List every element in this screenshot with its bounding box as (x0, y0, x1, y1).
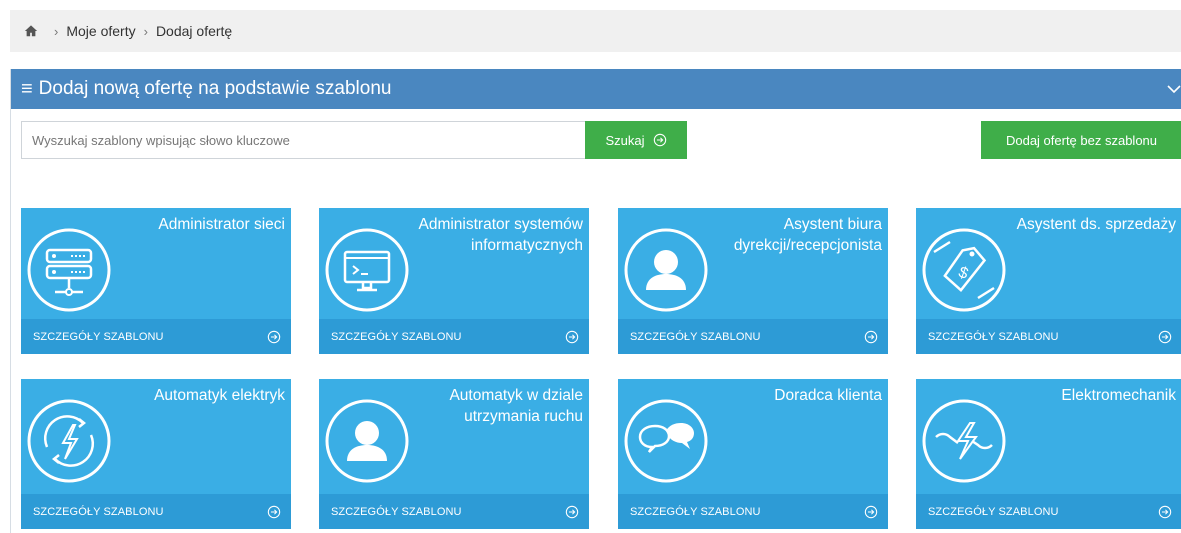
template-tile[interactable]: Administrator systemów informatycznych S… (319, 208, 589, 354)
template-title: Automatyk elektryk (154, 387, 285, 404)
template-title: Asystent ds. sprzedaży (1016, 216, 1176, 233)
panel-title: Dodaj nową ofertę na podstawie szablonu (38, 78, 392, 99)
circle-arrow-icon (1158, 505, 1172, 518)
search-input[interactable] (21, 121, 585, 159)
template-footer-label: SZCZEGÓŁY SZABLONU (928, 330, 1059, 343)
lightning-cycle-icon (27, 399, 111, 483)
circle-arrow-icon (267, 505, 281, 518)
wrench-lightning-icon (922, 399, 1006, 483)
template-footer-label: SZCZEGÓŁY SZABLONU (630, 330, 761, 343)
circle-arrow-icon (267, 330, 281, 343)
template-title: Asystent biura dyrekcji/recepcjonista (733, 216, 882, 254)
search-button-label: Szukaj (605, 132, 645, 148)
menu-icon: ≡ (21, 77, 33, 100)
template-tile[interactable]: Asystent biura dyrekcji/recepcjonista SZ… (618, 208, 888, 354)
template-footer-label: SZCZEGÓŁY SZABLONU (331, 330, 462, 343)
template-tile[interactable]: Automatyk elektryk SZCZEGÓŁY SZABLONU (21, 379, 291, 529)
circle-arrow-icon (864, 330, 878, 343)
template-tile[interactable]: Elektromechanik SZCZEGÓŁY SZABLONU (916, 379, 1181, 529)
panel-header: ≡ Dodaj nową ofertę na podstawie szablon… (11, 69, 1181, 109)
home-icon[interactable] (24, 24, 38, 38)
search-row: Szukaj Dodaj ofertę bez szablonu (21, 121, 1181, 159)
template-panel: ≡ Dodaj nową ofertę na podstawie szablon… (10, 69, 1181, 533)
breadcrumb-separator: › (143, 23, 148, 39)
template-footer-label: SZCZEGÓŁY SZABLONU (630, 505, 761, 518)
template-details-link[interactable]: SZCZEGÓŁY SZABLONU (618, 494, 888, 529)
server-icon (27, 228, 111, 312)
user-icon (624, 228, 708, 312)
template-title: Administrator systemów informatycznych (418, 216, 583, 254)
chevron-down-icon[interactable] (1167, 77, 1181, 101)
circle-arrow-icon (1158, 330, 1172, 343)
breadcrumb-separator: › (54, 23, 59, 39)
template-tile[interactable]: Administrator sieci SZCZEGÓŁY SZABLONU (21, 208, 291, 354)
template-title: Doradca klienta (774, 387, 882, 404)
template-details-link[interactable]: SZCZEGÓŁY SZABLONU (319, 319, 589, 354)
breadcrumb-link-my-offers[interactable]: Moje oferty (66, 23, 135, 39)
chat-bubbles-icon (624, 399, 708, 483)
price-tag-icon: $ (922, 228, 1006, 312)
template-tile[interactable]: Doradca klienta SZCZEGÓŁY SZABLONU (618, 379, 888, 529)
add-offer-without-template-button[interactable]: Dodaj ofertę bez szablonu (981, 121, 1181, 159)
template-footer-label: SZCZEGÓŁY SZABLONU (33, 505, 164, 518)
circle-arrow-icon (864, 505, 878, 518)
circle-arrow-icon (565, 330, 579, 343)
template-title: Automatyk w dziale utrzymania ruchu (449, 387, 583, 425)
monitor-terminal-icon (325, 228, 409, 312)
template-details-link[interactable]: SZCZEGÓŁY SZABLONU (916, 319, 1181, 354)
template-footer-label: SZCZEGÓŁY SZABLONU (331, 505, 462, 518)
template-details-link[interactable]: SZCZEGÓŁY SZABLONU (618, 319, 888, 354)
circle-arrow-icon (653, 133, 666, 147)
template-title: Elektromechanik (1061, 387, 1176, 404)
search-button[interactable]: Szukaj (585, 121, 687, 159)
user-icon (325, 399, 409, 483)
template-tile[interactable]: Automatyk w dziale utrzymania ruchu SZCZ… (319, 379, 589, 529)
template-details-link[interactable]: SZCZEGÓŁY SZABLONU (319, 494, 589, 529)
template-details-link[interactable]: SZCZEGÓŁY SZABLONU (916, 494, 1181, 529)
template-details-link[interactable]: SZCZEGÓŁY SZABLONU (21, 494, 291, 529)
template-footer-label: SZCZEGÓŁY SZABLONU (928, 505, 1059, 518)
breadcrumb: › Moje oferty › Dodaj ofertę (10, 10, 1181, 52)
template-tile[interactable]: $ Asystent ds. sprzedaży SZCZEGÓŁY SZABL… (916, 208, 1181, 354)
template-title: Administrator sieci (158, 216, 285, 233)
template-details-link[interactable]: SZCZEGÓŁY SZABLONU (21, 319, 291, 354)
breadcrumb-current: Dodaj ofertę (155, 23, 233, 39)
template-footer-label: SZCZEGÓŁY SZABLONU (33, 330, 164, 343)
circle-arrow-icon (565, 505, 579, 518)
